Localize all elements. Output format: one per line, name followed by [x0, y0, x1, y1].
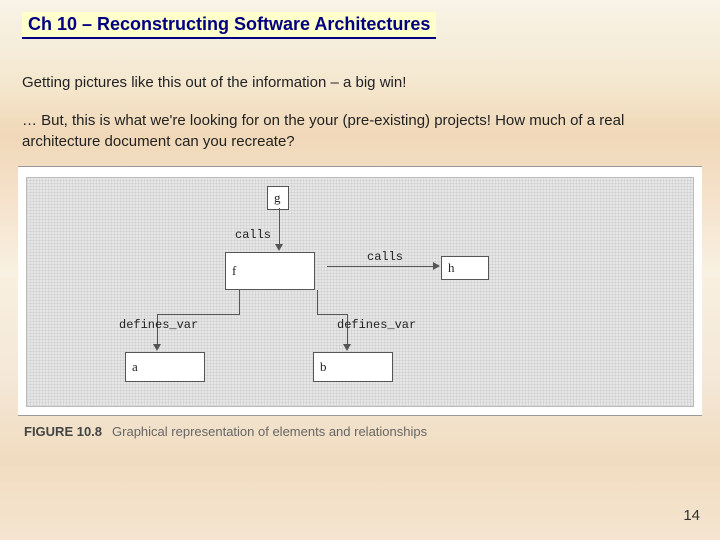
- edge-f-h: [327, 266, 433, 267]
- page-number: 14: [683, 507, 700, 524]
- figure-frame: g calls f calls h defines_var: [18, 166, 702, 416]
- slide-title: Ch 10 – Reconstructing Software Architec…: [22, 12, 436, 39]
- arrowhead-h-b: [343, 344, 351, 351]
- edge-label-g-f: calls: [235, 228, 271, 242]
- edge-label-f-h: calls: [367, 250, 403, 264]
- node-f: f: [225, 252, 315, 290]
- edge-h-b-v: [317, 290, 318, 314]
- figure-caption-text: Graphical representation of elements and…: [112, 424, 427, 439]
- body-paragraph-2: … But, this is what we're looking for on…: [22, 111, 698, 152]
- figure: g calls f calls h defines_var: [18, 166, 702, 441]
- figure-label: FIGURE 10.8: [24, 424, 102, 439]
- edge-f-a-h: [157, 314, 240, 315]
- arrowhead-f-a: [153, 344, 161, 351]
- edge-f-a-v: [239, 290, 240, 314]
- node-b: b: [313, 352, 393, 382]
- arrowhead-f-h: [433, 262, 440, 270]
- arrowhead-g-f: [275, 244, 283, 251]
- edge-label-h-b: defines_var: [337, 318, 416, 332]
- edge-label-f-a: defines_var: [119, 318, 198, 332]
- edge-h-b-h: [317, 314, 347, 315]
- figure-caption: FIGURE 10.8 Graphical representation of e…: [18, 416, 702, 441]
- node-a: a: [125, 352, 205, 382]
- diagram: g calls f calls h defines_var: [26, 177, 694, 407]
- node-g: g: [267, 186, 289, 210]
- node-h: h: [441, 256, 489, 280]
- body-paragraph-1: Getting pictures like this out of the in…: [22, 73, 698, 93]
- edge-g-f: [279, 208, 280, 244]
